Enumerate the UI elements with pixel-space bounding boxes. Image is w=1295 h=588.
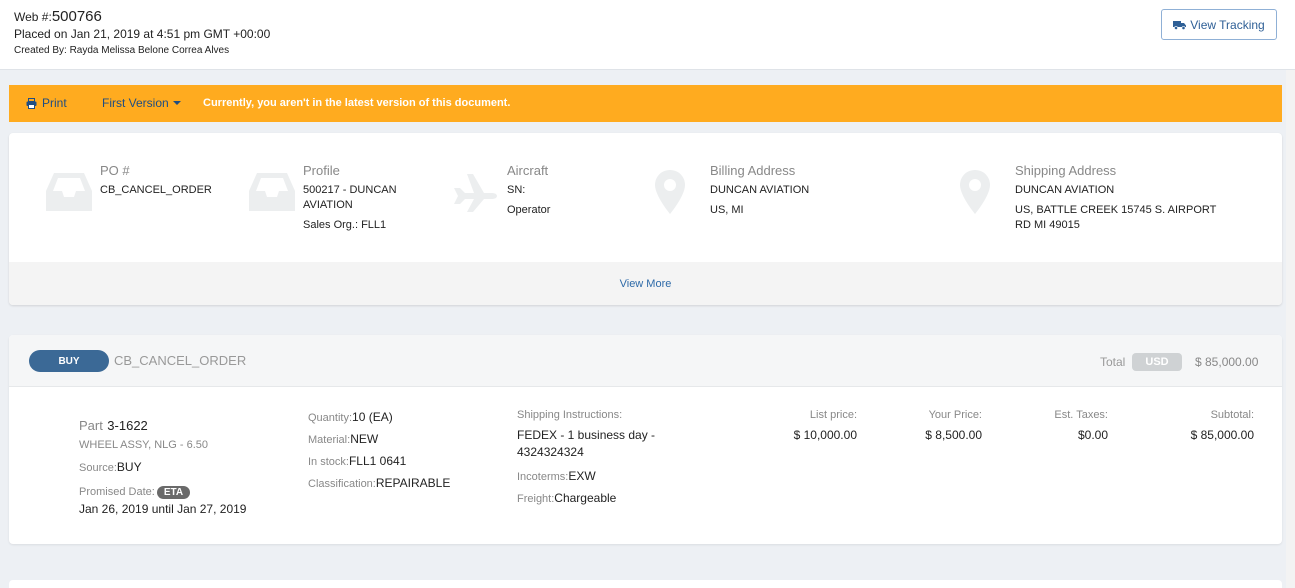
print-button[interactable]: Print xyxy=(26,96,67,110)
promised-date-range: Jan 26, 2019 until Jan 27, 2019 xyxy=(79,502,247,516)
order-info-card: PO # CB_CANCEL_ORDER Profile 500217 - DU… xyxy=(9,133,1282,305)
your-price-value: $ 8,500.00 xyxy=(925,428,982,442)
profile-line-2: AVIATION xyxy=(303,199,353,211)
map-pin-icon xyxy=(654,169,686,215)
in-stock-value: FLL1 0641 xyxy=(348,454,407,468)
aircraft-operator: Operator xyxy=(507,204,551,216)
in-stock-row: In stock:FLL1 0641 xyxy=(308,452,406,470)
version-dropdown[interactable]: First Version xyxy=(102,96,181,110)
list-price-value: $ 10,000.00 xyxy=(793,428,857,442)
currency-badge: USD xyxy=(1132,353,1182,371)
print-label: Print xyxy=(42,96,67,110)
order-line-card: BUY CB_CANCEL_ORDER Total USD $ 85,000.0… xyxy=(9,335,1282,544)
billing-address-title: Billing Address xyxy=(710,163,796,178)
classification-row: Classification:REPAIRABLE xyxy=(308,474,450,492)
incoterms-row: Incoterms:EXW xyxy=(517,467,596,485)
list-price-label: List price: xyxy=(809,409,857,421)
shipping-instructions-label: Shipping Instructions: xyxy=(517,409,623,421)
shipping-instructions-line-1: FEDEX - 1 business day - xyxy=(517,428,656,442)
est-taxes-label: Est. Taxes: xyxy=(1054,409,1108,421)
quantity-label: Quantity: xyxy=(308,412,353,424)
profile-sales-org: Sales Org.: FLL1 xyxy=(303,219,387,231)
web-order-number: Web #:500766 xyxy=(14,8,102,25)
truck-icon xyxy=(1173,20,1187,30)
quantity-value: 10 (EA) xyxy=(352,410,393,424)
source-row: Source:BUY xyxy=(79,458,142,476)
source-value: BUY xyxy=(116,460,142,474)
version-warning-message: Currently, you aren't in the latest vers… xyxy=(203,97,511,109)
aircraft-sn: SN: xyxy=(507,184,526,196)
aircraft-title: Aircraft xyxy=(507,163,549,178)
airplane-icon xyxy=(452,171,498,213)
part-label: Part xyxy=(79,418,103,433)
inbox-icon xyxy=(45,171,93,213)
profile-title: Profile xyxy=(303,163,340,178)
subtotal-value: $ 85,000.00 xyxy=(1190,428,1254,442)
billing-address-line-1: DUNCAN AVIATION xyxy=(710,184,810,196)
view-tracking-label: View Tracking xyxy=(1190,17,1265,32)
shipping-address-title: Shipping Address xyxy=(1015,163,1117,178)
next-card xyxy=(9,580,1282,588)
quantity-row: Quantity:10 (EA) xyxy=(308,408,393,426)
classification-value: REPAIRABLE xyxy=(375,476,451,490)
source-label: Source: xyxy=(79,462,117,474)
shipping-address-line-1: DUNCAN AVIATION xyxy=(1015,184,1115,196)
est-taxes-value: $0.00 xyxy=(1077,428,1108,442)
freight-value: Chargeable xyxy=(554,491,617,505)
part-heading: Part 3-1622 xyxy=(79,417,148,435)
profile-line-1: 500217 - DUNCAN xyxy=(303,184,397,196)
version-label: First Version xyxy=(102,96,169,110)
classification-label: Classification: xyxy=(308,478,376,490)
material-value: NEW xyxy=(350,432,379,446)
view-tracking-button[interactable]: View Tracking xyxy=(1161,9,1277,40)
po-title: PO # xyxy=(100,163,130,178)
material-label: Material: xyxy=(308,434,351,446)
po-value: CB_CANCEL_ORDER xyxy=(100,184,212,196)
eta-badge: ETA xyxy=(156,486,191,499)
web-number-prefix: Web #: xyxy=(14,10,52,24)
shipping-address-line-3: RD MI 49015 xyxy=(1015,219,1080,231)
page-scrollbar[interactable] xyxy=(1286,70,1295,588)
order-header: Web #:500766 Placed on Jan 21, 2019 at 4… xyxy=(0,0,1295,70)
your-price-label: Your Price: xyxy=(928,409,982,421)
material-row: Material:NEW xyxy=(308,430,378,448)
total-label: Total xyxy=(1100,355,1126,369)
subtotal-label: Subtotal: xyxy=(1210,409,1254,421)
shipping-address-line-2: US, BATTLE CREEK 15745 S. AIRPORT xyxy=(1015,204,1217,216)
map-pin-icon xyxy=(959,169,991,215)
shipping-instructions-line-2: 4324324324 xyxy=(517,445,584,459)
view-more-link[interactable]: View More xyxy=(9,262,1282,305)
created-by: Created By: Rayda Melissa Belone Correa … xyxy=(14,45,230,56)
version-notice-bar: Print First Version Currently, you aren'… xyxy=(9,85,1282,122)
web-number-value: 500766 xyxy=(51,8,102,25)
part-description: WHEEL ASSY, NLG - 6.50 xyxy=(79,439,209,451)
chevron-down-icon xyxy=(172,101,181,105)
billing-address-line-2: US, MI xyxy=(710,204,744,216)
incoterms-label: Incoterms: xyxy=(517,471,569,483)
incoterms-value: EXW xyxy=(568,469,596,483)
promised-date-label: Promised Date: xyxy=(79,486,155,498)
inbox-icon xyxy=(248,171,296,213)
in-stock-label: In stock: xyxy=(308,456,349,468)
freight-row: Freight:Chargeable xyxy=(517,489,616,507)
part-number: 3-1622 xyxy=(107,418,148,433)
total-amount: $ 85,000.00 xyxy=(1195,355,1259,369)
promised-date-row: Promised Date: ETA xyxy=(79,482,191,500)
freight-label: Freight: xyxy=(517,493,555,505)
placed-date: Placed on Jan 21, 2019 at 4:51 pm GMT +0… xyxy=(14,27,271,41)
printer-icon xyxy=(26,97,37,109)
order-line-header: BUY CB_CANCEL_ORDER Total USD $ 85,000.0… xyxy=(9,335,1282,387)
order-type-badge: BUY xyxy=(29,350,109,372)
order-id: CB_CANCEL_ORDER xyxy=(114,353,247,368)
